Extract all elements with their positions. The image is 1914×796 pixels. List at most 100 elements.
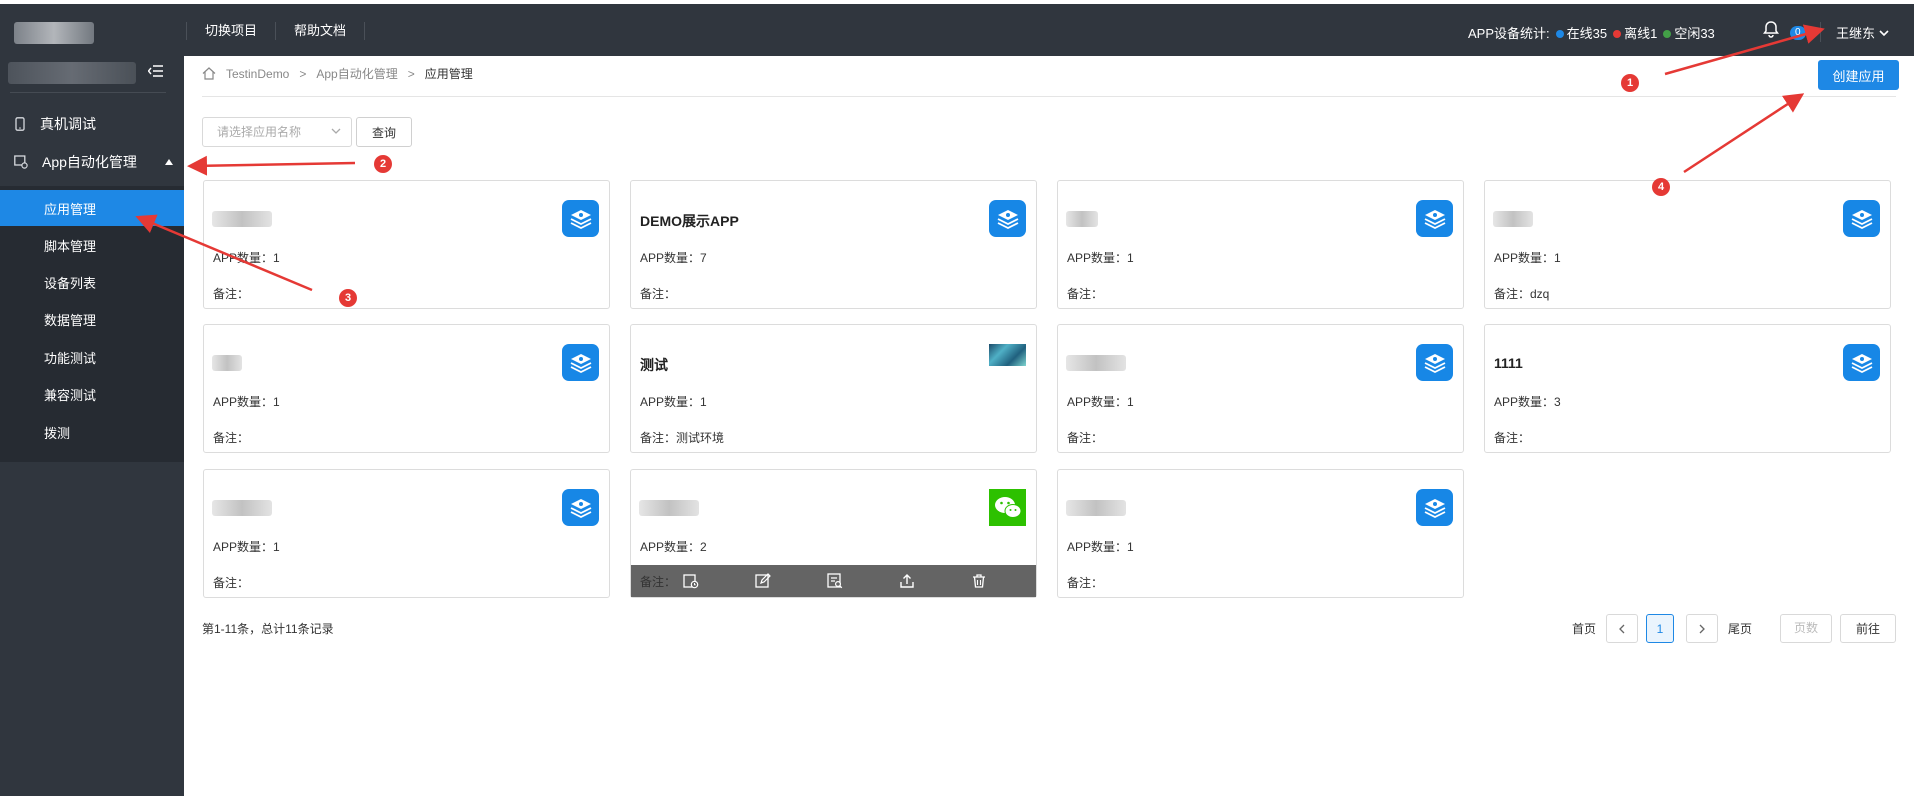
chevron-down-icon (1879, 29, 1889, 36)
card-app-count: APP数量：7 (640, 251, 707, 265)
sidebar-item-devices[interactable]: 设备列表 (0, 264, 184, 300)
app-group-card[interactable]: 1111 APP数量：3 备注： (1484, 324, 1891, 453)
logo[interactable] (14, 22, 94, 44)
breadcrumb-item[interactable]: TestinDemo (226, 67, 289, 81)
app-group-card[interactable]: APP数量：1 备注： (1057, 324, 1464, 453)
sidebar-project-name[interactable] (8, 62, 136, 84)
help-docs-link[interactable]: 帮助文档 (275, 22, 366, 40)
card-action-bar: 备注： (631, 565, 1036, 597)
app-icon (562, 200, 599, 237)
card-app-count: APP数量：1 (1067, 540, 1134, 554)
app-icon (562, 489, 599, 526)
settings-panel-icon (14, 155, 28, 169)
card-title-redacted (639, 500, 699, 516)
card-note: 备注： (640, 575, 677, 589)
device-stats: APP设备统计: 在线35 离线1 空闲33 (1468, 23, 1715, 42)
divider (1820, 22, 1821, 42)
card-title: 1111 (1494, 355, 1523, 371)
sidebar-item-app-management[interactable]: 应用管理 (0, 190, 184, 226)
card-note: 备注： (1494, 431, 1531, 445)
card-app-count: APP数量：1 (213, 540, 280, 554)
bell-icon[interactable] (1762, 20, 1782, 40)
prev-page-button[interactable] (1606, 614, 1638, 643)
sidebar-item-compat-test[interactable]: 兼容测试 (0, 376, 184, 412)
sidebar-item-label: 真机调试 (40, 116, 96, 132)
app-group-card[interactable]: APP数量：1 备注： (203, 469, 610, 598)
edit-icon[interactable] (753, 571, 773, 591)
select-placeholder: 请选择应用名称 (217, 125, 302, 139)
breadcrumb-item[interactable]: App自动化管理 (316, 65, 397, 82)
user-name: 王继东 (1836, 26, 1876, 41)
app-group-card[interactable]: APP数量：1 备注： (1057, 180, 1464, 309)
go-button[interactable]: 前往 (1840, 614, 1896, 643)
app-group-card[interactable]: APP数量：1 备注： (1057, 469, 1464, 598)
card-title: DEMO展示APP (640, 213, 739, 229)
app-group-card[interactable]: APP数量：2 备注： (630, 469, 1037, 598)
page-number-input[interactable]: 页数 (1780, 614, 1832, 643)
wechat-icon (989, 489, 1026, 526)
sidebar-submenu: 应用管理 脚本管理 设备列表 数据管理 功能测试 兼容测试 拨测 (0, 186, 184, 462)
sidebar-item-dial-test[interactable]: 拨测 (0, 414, 184, 450)
chevron-left-icon (1619, 624, 1625, 633)
upload-icon[interactable] (897, 571, 917, 591)
sidebar-item-device-debug[interactable]: 真机调试 (0, 106, 184, 142)
query-button[interactable]: 查询 (356, 117, 412, 147)
app-group-card[interactable]: 测试 APP数量：1 备注：测试环境 (630, 324, 1037, 453)
annotation-marker: 2 (374, 155, 392, 173)
online-dot-icon (1555, 30, 1564, 38)
record-summary: 第1-11条，总计11条记录 (202, 622, 334, 636)
offline-dot-icon (1613, 30, 1622, 38)
create-app-button[interactable]: 创建应用 (1818, 60, 1899, 90)
user-menu[interactable]: 王继东 (1836, 23, 1889, 42)
app-icon (1416, 489, 1453, 526)
annotation-marker: 3 (339, 289, 357, 307)
card-note: 备注： (213, 287, 250, 301)
card-note: 备注： (1067, 431, 1104, 445)
schedule-icon[interactable] (681, 571, 701, 591)
app-name-select[interactable]: 请选择应用名称 (202, 117, 352, 147)
collapse-menu-icon[interactable] (147, 64, 164, 80)
top-bar: 切换项目 帮助文档 APP设备统计: 在线35 离线1 空闲33 0 王继东 (0, 0, 1914, 56)
card-note: 备注： (213, 431, 250, 445)
sidebar-item-function-test[interactable]: 功能测试 (0, 339, 184, 375)
card-title: 测试 (640, 357, 668, 373)
card-title-redacted (1066, 500, 1126, 516)
trash-icon[interactable] (969, 571, 989, 591)
switch-project-link[interactable]: 切换项目 (186, 22, 275, 40)
card-note: 备注：测试环境 (640, 431, 725, 445)
sidebar-item-scripts[interactable]: 脚本管理 (0, 227, 184, 263)
divider (202, 96, 1896, 97)
card-app-count: APP数量：1 (213, 395, 280, 409)
app-icon (989, 200, 1026, 237)
next-page-button[interactable] (1686, 614, 1718, 643)
card-app-count: APP数量：3 (1494, 395, 1561, 409)
page-number-button[interactable]: 1 (1646, 614, 1674, 643)
chevron-right-icon: > (299, 66, 307, 81)
home-icon[interactable] (202, 67, 216, 80)
chevron-down-icon (331, 118, 341, 146)
app-icon (562, 344, 599, 381)
app-group-card[interactable]: APP数量：1 备注： (203, 180, 610, 309)
app-group-card[interactable]: APP数量：1 备注：dzq (1484, 180, 1891, 309)
sidebar-item-data[interactable]: 数据管理 (0, 301, 184, 337)
card-title-redacted (212, 500, 272, 516)
last-page-link[interactable]: 尾页 (1728, 620, 1752, 637)
card-note: 备注： (1067, 287, 1104, 301)
sidebar-item-label: App自动化管理 (42, 154, 137, 170)
app-group-card[interactable]: APP数量：1 备注： (203, 324, 610, 453)
report-icon[interactable] (825, 571, 845, 591)
card-title-redacted (1066, 355, 1126, 371)
annotation-arrow (187, 155, 356, 176)
card-app-count: APP数量：1 (213, 251, 280, 265)
card-note: 备注： (213, 576, 250, 590)
app-icon (1416, 344, 1453, 381)
chevron-right-icon (1699, 624, 1705, 633)
app-icon (1416, 200, 1453, 237)
first-page-link[interactable]: 首页 (1572, 620, 1596, 637)
annotation-marker: 1 (1621, 74, 1639, 92)
card-app-count: APP数量：1 (1494, 251, 1561, 265)
sidebar-item-app-automation[interactable]: App自动化管理 (0, 144, 184, 180)
app-group-card[interactable]: DEMO展示APP APP数量：7 备注： (630, 180, 1037, 309)
card-title-redacted (1066, 211, 1098, 227)
offline-count: 离线1 (1624, 26, 1658, 41)
